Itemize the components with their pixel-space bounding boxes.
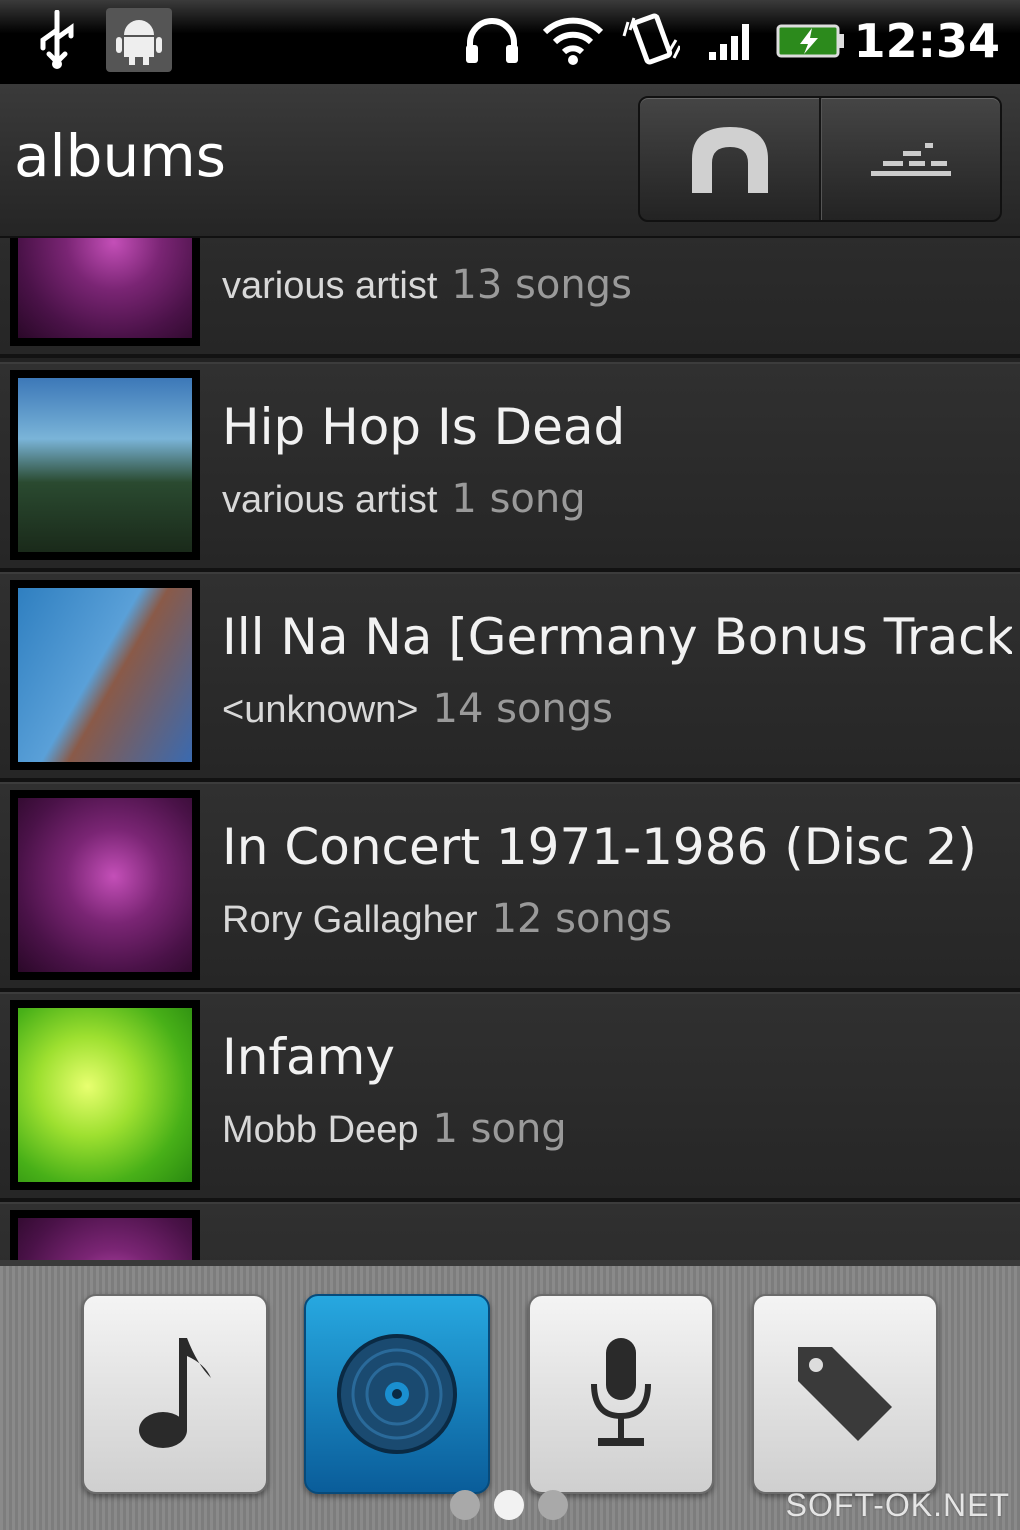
home-icon bbox=[691, 127, 768, 193]
headphones-icon bbox=[460, 8, 524, 72]
home-button[interactable] bbox=[640, 98, 819, 220]
microphone-icon bbox=[591, 1338, 651, 1446]
android-debug-icon bbox=[106, 8, 172, 72]
list-item[interactable]: Infamy Mobb Deep 1 song bbox=[0, 992, 1020, 1202]
album-meta: Mobb Deep 1 song bbox=[222, 1106, 567, 1152]
album-artist: various artist bbox=[222, 265, 438, 307]
page-dot bbox=[538, 1490, 568, 1520]
list-item[interactable]: Hip Hop Is Dead various artist 1 song bbox=[0, 362, 1020, 572]
status-bar: 12:34 bbox=[0, 0, 1020, 84]
page-dot bbox=[450, 1490, 480, 1520]
usb-icon bbox=[30, 8, 84, 72]
page-indicator bbox=[450, 1490, 568, 1520]
clock: 12:34 bbox=[853, 14, 1000, 68]
music-note-icon bbox=[139, 1338, 211, 1448]
album-art bbox=[10, 238, 200, 346]
list-item[interactable]: Ill Na Na [Germany Bonus Tracks <unknown… bbox=[0, 572, 1020, 782]
page-title: albums bbox=[14, 122, 226, 190]
album-art bbox=[10, 1000, 200, 1190]
song-count: 1 song bbox=[432, 1106, 567, 1152]
title-bar: albums bbox=[0, 84, 1020, 238]
album-artist: Mobb Deep bbox=[222, 1109, 419, 1151]
now-playing-icon bbox=[870, 143, 951, 176]
tab-songs[interactable] bbox=[82, 1294, 268, 1494]
tab-albums[interactable] bbox=[304, 1294, 490, 1494]
header-button-group bbox=[638, 96, 1002, 222]
album-meta: various artist 1 song bbox=[222, 476, 586, 522]
album-art bbox=[10, 580, 200, 770]
bottom-tab-bar: SOFT-OK.NET bbox=[0, 1260, 1020, 1530]
album-title: Infamy bbox=[222, 1028, 395, 1086]
song-count: 12 songs bbox=[491, 896, 673, 942]
song-count: 13 songs bbox=[451, 262, 632, 308]
wifi-icon bbox=[540, 8, 606, 72]
album-artist: <unknown> bbox=[222, 689, 419, 731]
list-item[interactable]: In Concert 1971-1986 (Disc 2) Rory Galla… bbox=[0, 782, 1020, 992]
list-item[interactable] bbox=[0, 1202, 1020, 1260]
album-art bbox=[10, 790, 200, 980]
album-meta: various artist 13 songs bbox=[222, 262, 632, 308]
album-artist: various artist bbox=[222, 479, 438, 521]
tab-artists[interactable] bbox=[528, 1294, 714, 1494]
album-disc-icon bbox=[337, 1334, 457, 1454]
tab-genres[interactable] bbox=[752, 1294, 938, 1494]
tag-icon bbox=[798, 1347, 892, 1441]
watermark: SOFT-OK.NET bbox=[785, 1487, 1010, 1523]
now-playing-button[interactable] bbox=[819, 98, 1000, 220]
song-count: 14 songs bbox=[432, 686, 614, 732]
album-meta: <unknown> 14 songs bbox=[222, 686, 613, 732]
page-dot-active bbox=[494, 1490, 524, 1520]
signal-icon bbox=[706, 8, 758, 72]
album-title: In Concert 1971-1986 (Disc 2) bbox=[222, 818, 977, 876]
album-title: Ill Na Na [Germany Bonus Tracks bbox=[222, 608, 1012, 666]
album-art bbox=[10, 1210, 200, 1260]
vibrate-icon bbox=[620, 8, 682, 72]
album-title: Hip Hop Is Dead bbox=[222, 398, 626, 456]
album-meta: Rory Gallagher 12 songs bbox=[222, 896, 672, 942]
album-art bbox=[10, 370, 200, 560]
battery-charging-icon bbox=[776, 8, 846, 72]
list-item[interactable]: various artist 13 songs bbox=[0, 238, 1020, 358]
song-count: 1 song bbox=[451, 476, 586, 522]
album-artist: Rory Gallagher bbox=[222, 899, 478, 941]
album-list[interactable]: various artist 13 songs Hip Hop Is Dead … bbox=[0, 238, 1020, 1260]
